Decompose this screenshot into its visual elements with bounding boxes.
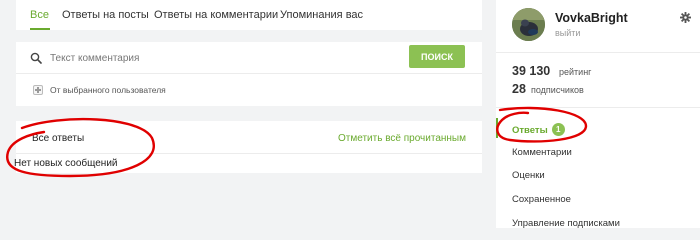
rating-value: 39 130 [512, 64, 551, 78]
tab-all[interactable]: Все [30, 0, 49, 30]
unread-badge: 1 [551, 123, 565, 136]
username[interactable]: VovkaBright [555, 11, 628, 25]
menu-item-label: Ответы [512, 125, 548, 136]
divider [496, 107, 700, 108]
gear-icon[interactable] [680, 12, 691, 23]
user-filter-label: От выбранного пользователя [50, 85, 166, 95]
menu-item-ratings[interactable]: Оценки [512, 170, 545, 181]
menu-item-comments[interactable]: Комментарии [512, 147, 572, 158]
search-button[interactable]: ПОИСК [409, 45, 465, 68]
active-tab-indicator [30, 28, 50, 30]
comment-search-input[interactable] [50, 48, 410, 68]
notification-tabs: Все Ответы на посты Ответы на комментари… [16, 0, 482, 30]
divider [496, 52, 700, 53]
menu-item-subscriptions[interactable]: Управление подписками [512, 218, 620, 229]
menu-item-answers[interactable]: Ответы 1 [512, 123, 565, 136]
subscribers-label: подписчиков [531, 85, 584, 95]
answers-header: Все ответы Отметить всё прочитанным [16, 121, 482, 154]
empty-state-text: Нет новых сообщений [14, 158, 118, 169]
menu-item-saved[interactable]: Сохраненное [512, 194, 571, 205]
logout-link[interactable]: выйти [555, 28, 580, 38]
subscribers-value: 28 [512, 82, 526, 96]
rating-label: рейтинг [559, 67, 592, 77]
plus-icon[interactable] [33, 85, 43, 95]
search-icon [30, 52, 42, 64]
tab-post-replies[interactable]: Ответы на посты [62, 0, 149, 30]
mark-all-read-link[interactable]: Отметить всё прочитанным [338, 133, 466, 144]
profile-sidebar: VovkaBright выйти 39 130 рейтинг 28 подп… [496, 0, 700, 229]
tab-mentions[interactable]: Упоминания вас [280, 0, 363, 30]
active-menu-indicator [496, 118, 498, 138]
tab-comment-replies[interactable]: Ответы на комментарии [154, 0, 278, 30]
avatar[interactable] [512, 8, 545, 41]
avatar-image [512, 8, 545, 41]
answers-title: Все ответы [32, 133, 85, 144]
user-filter[interactable]: От выбранного пользователя [16, 74, 482, 106]
